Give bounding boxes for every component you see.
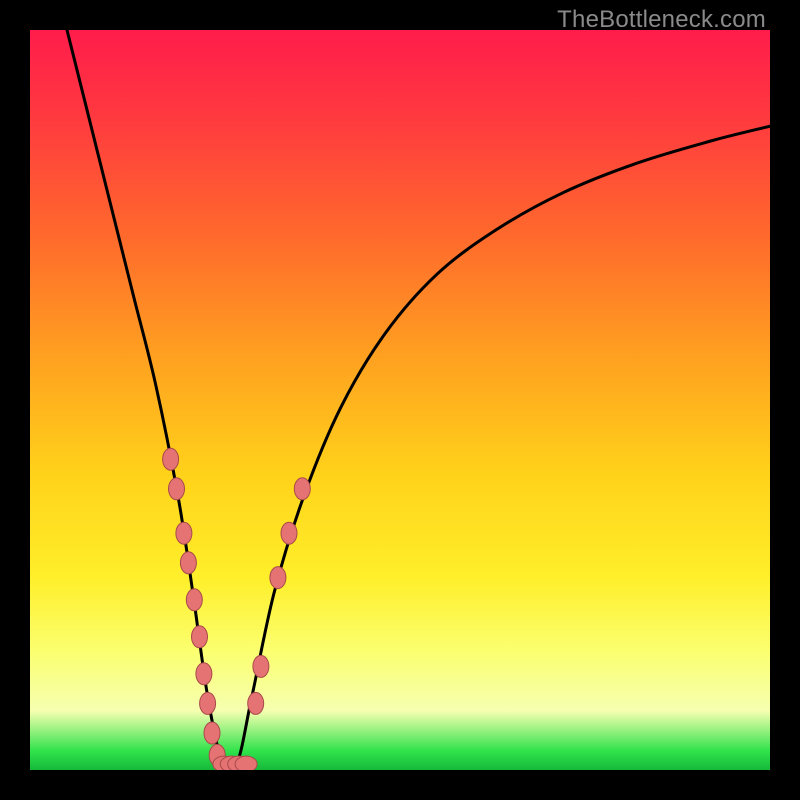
data-dot (163, 448, 179, 470)
data-dot (253, 655, 269, 677)
data-dot (176, 522, 192, 544)
data-dot (200, 692, 216, 714)
data-dot (248, 692, 264, 714)
data-dot (192, 626, 208, 648)
data-dots (163, 448, 311, 770)
data-dot (204, 722, 220, 744)
data-dot (180, 552, 196, 574)
watermark-label: TheBottleneck.com (557, 6, 766, 34)
data-dot (281, 522, 297, 544)
data-dot (196, 663, 212, 685)
data-dot (294, 478, 310, 500)
data-dot (169, 478, 185, 500)
data-dot (235, 756, 257, 770)
data-dot (270, 567, 286, 589)
data-dot (186, 589, 202, 611)
chart-frame (30, 30, 770, 770)
bottleneck-curve (67, 30, 770, 770)
chart-overlay (30, 30, 770, 770)
